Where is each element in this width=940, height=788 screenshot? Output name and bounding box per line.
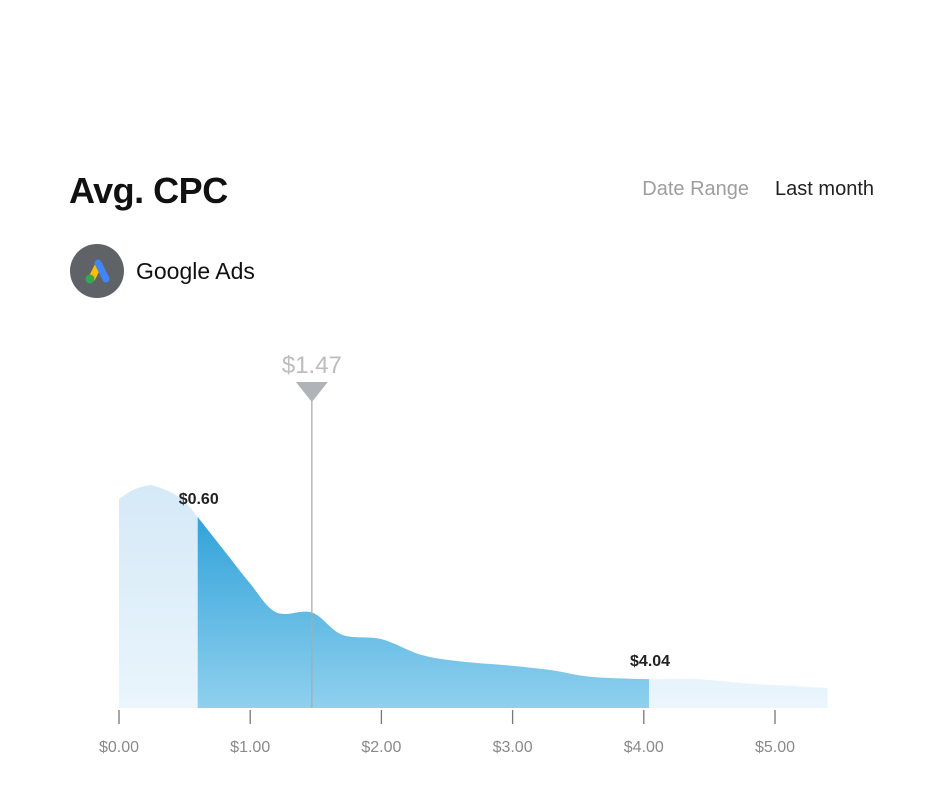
cpc-distribution-chart: $0.00 $1.00 $2.00 $3.00 $4.00 $5.00 $1.47 $0.…	[99, 352, 828, 756]
x-tick-label: $2.00	[361, 739, 401, 756]
highlight-range-area	[197, 517, 650, 708]
x-tick-label: $1.00	[230, 739, 270, 756]
x-tick-label: $0.00	[99, 739, 139, 756]
x-tick-label: $3.00	[493, 739, 533, 756]
range-high-label: $4.04	[630, 653, 670, 670]
x-tick-label: $4.00	[624, 739, 664, 756]
marker-label: $1.47	[282, 352, 342, 379]
range-low-label: $0.60	[179, 491, 219, 508]
marker-triangle-icon	[295, 382, 328, 402]
x-tick-label: $5.00	[755, 739, 795, 756]
